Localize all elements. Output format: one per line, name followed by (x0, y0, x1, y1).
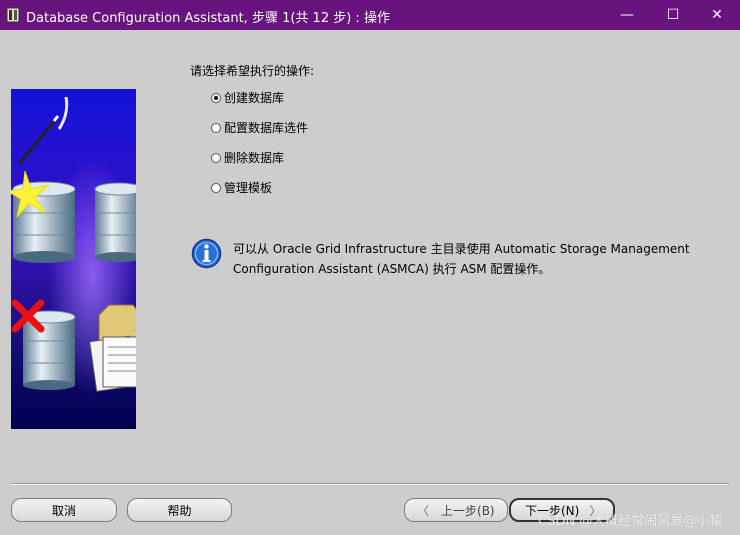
radio-button[interactable] (211, 92, 221, 103)
radio-button[interactable] (211, 152, 221, 163)
wizard-banner-image (11, 89, 136, 429)
app-icon (6, 7, 20, 23)
footer-divider (11, 483, 729, 485)
radio-label: 配置数据库选件 (224, 121, 309, 135)
radio-create-database[interactable]: 创建数据库 (211, 89, 284, 106)
help-button[interactable]: 帮助 (127, 498, 232, 522)
watermark: CSDN @大概经常闹风暴@小猿 (538, 514, 723, 529)
minimize-button[interactable]: — (604, 0, 650, 30)
maximize-icon: ☐ (666, 7, 680, 23)
help-label: 帮助 (167, 503, 192, 518)
radio-label: 创建数据库 (224, 91, 285, 105)
minimize-icon: — (620, 7, 634, 23)
chevron-left-icon: 〈 (417, 503, 430, 518)
radio-manage-templates[interactable]: 管理模板 (211, 179, 272, 196)
title-bar[interactable]: Database Configuration Assistant, 步骤 1(共… (0, 0, 740, 30)
radio-button[interactable] (211, 122, 221, 133)
radio-label: 删除数据库 (224, 151, 285, 165)
cancel-label: 取消 (51, 503, 76, 518)
radio-delete-database[interactable]: 删除数据库 (211, 149, 284, 166)
close-button[interactable]: ✕ (694, 0, 740, 30)
asm-info-message: 可以从 Oracle Grid Infrastructure 主目录使用 Aut… (233, 242, 690, 276)
radio-configure-options[interactable]: 配置数据库选件 (211, 119, 308, 136)
info-icon (191, 238, 222, 269)
operation-prompt: 请选择希望执行的操作: (190, 64, 315, 78)
maximize-button[interactable]: ☐ (650, 0, 696, 30)
back-button[interactable]: 〈 上一步(B) (404, 498, 508, 522)
radio-label: 管理模板 (224, 181, 273, 195)
close-icon: ✕ (711, 7, 723, 23)
back-label: 上一步(B) (441, 503, 495, 518)
radio-button[interactable] (211, 182, 221, 193)
cancel-button[interactable]: 取消 (11, 498, 117, 522)
window-title: Database Configuration Assistant, 步骤 1(共… (26, 11, 390, 26)
